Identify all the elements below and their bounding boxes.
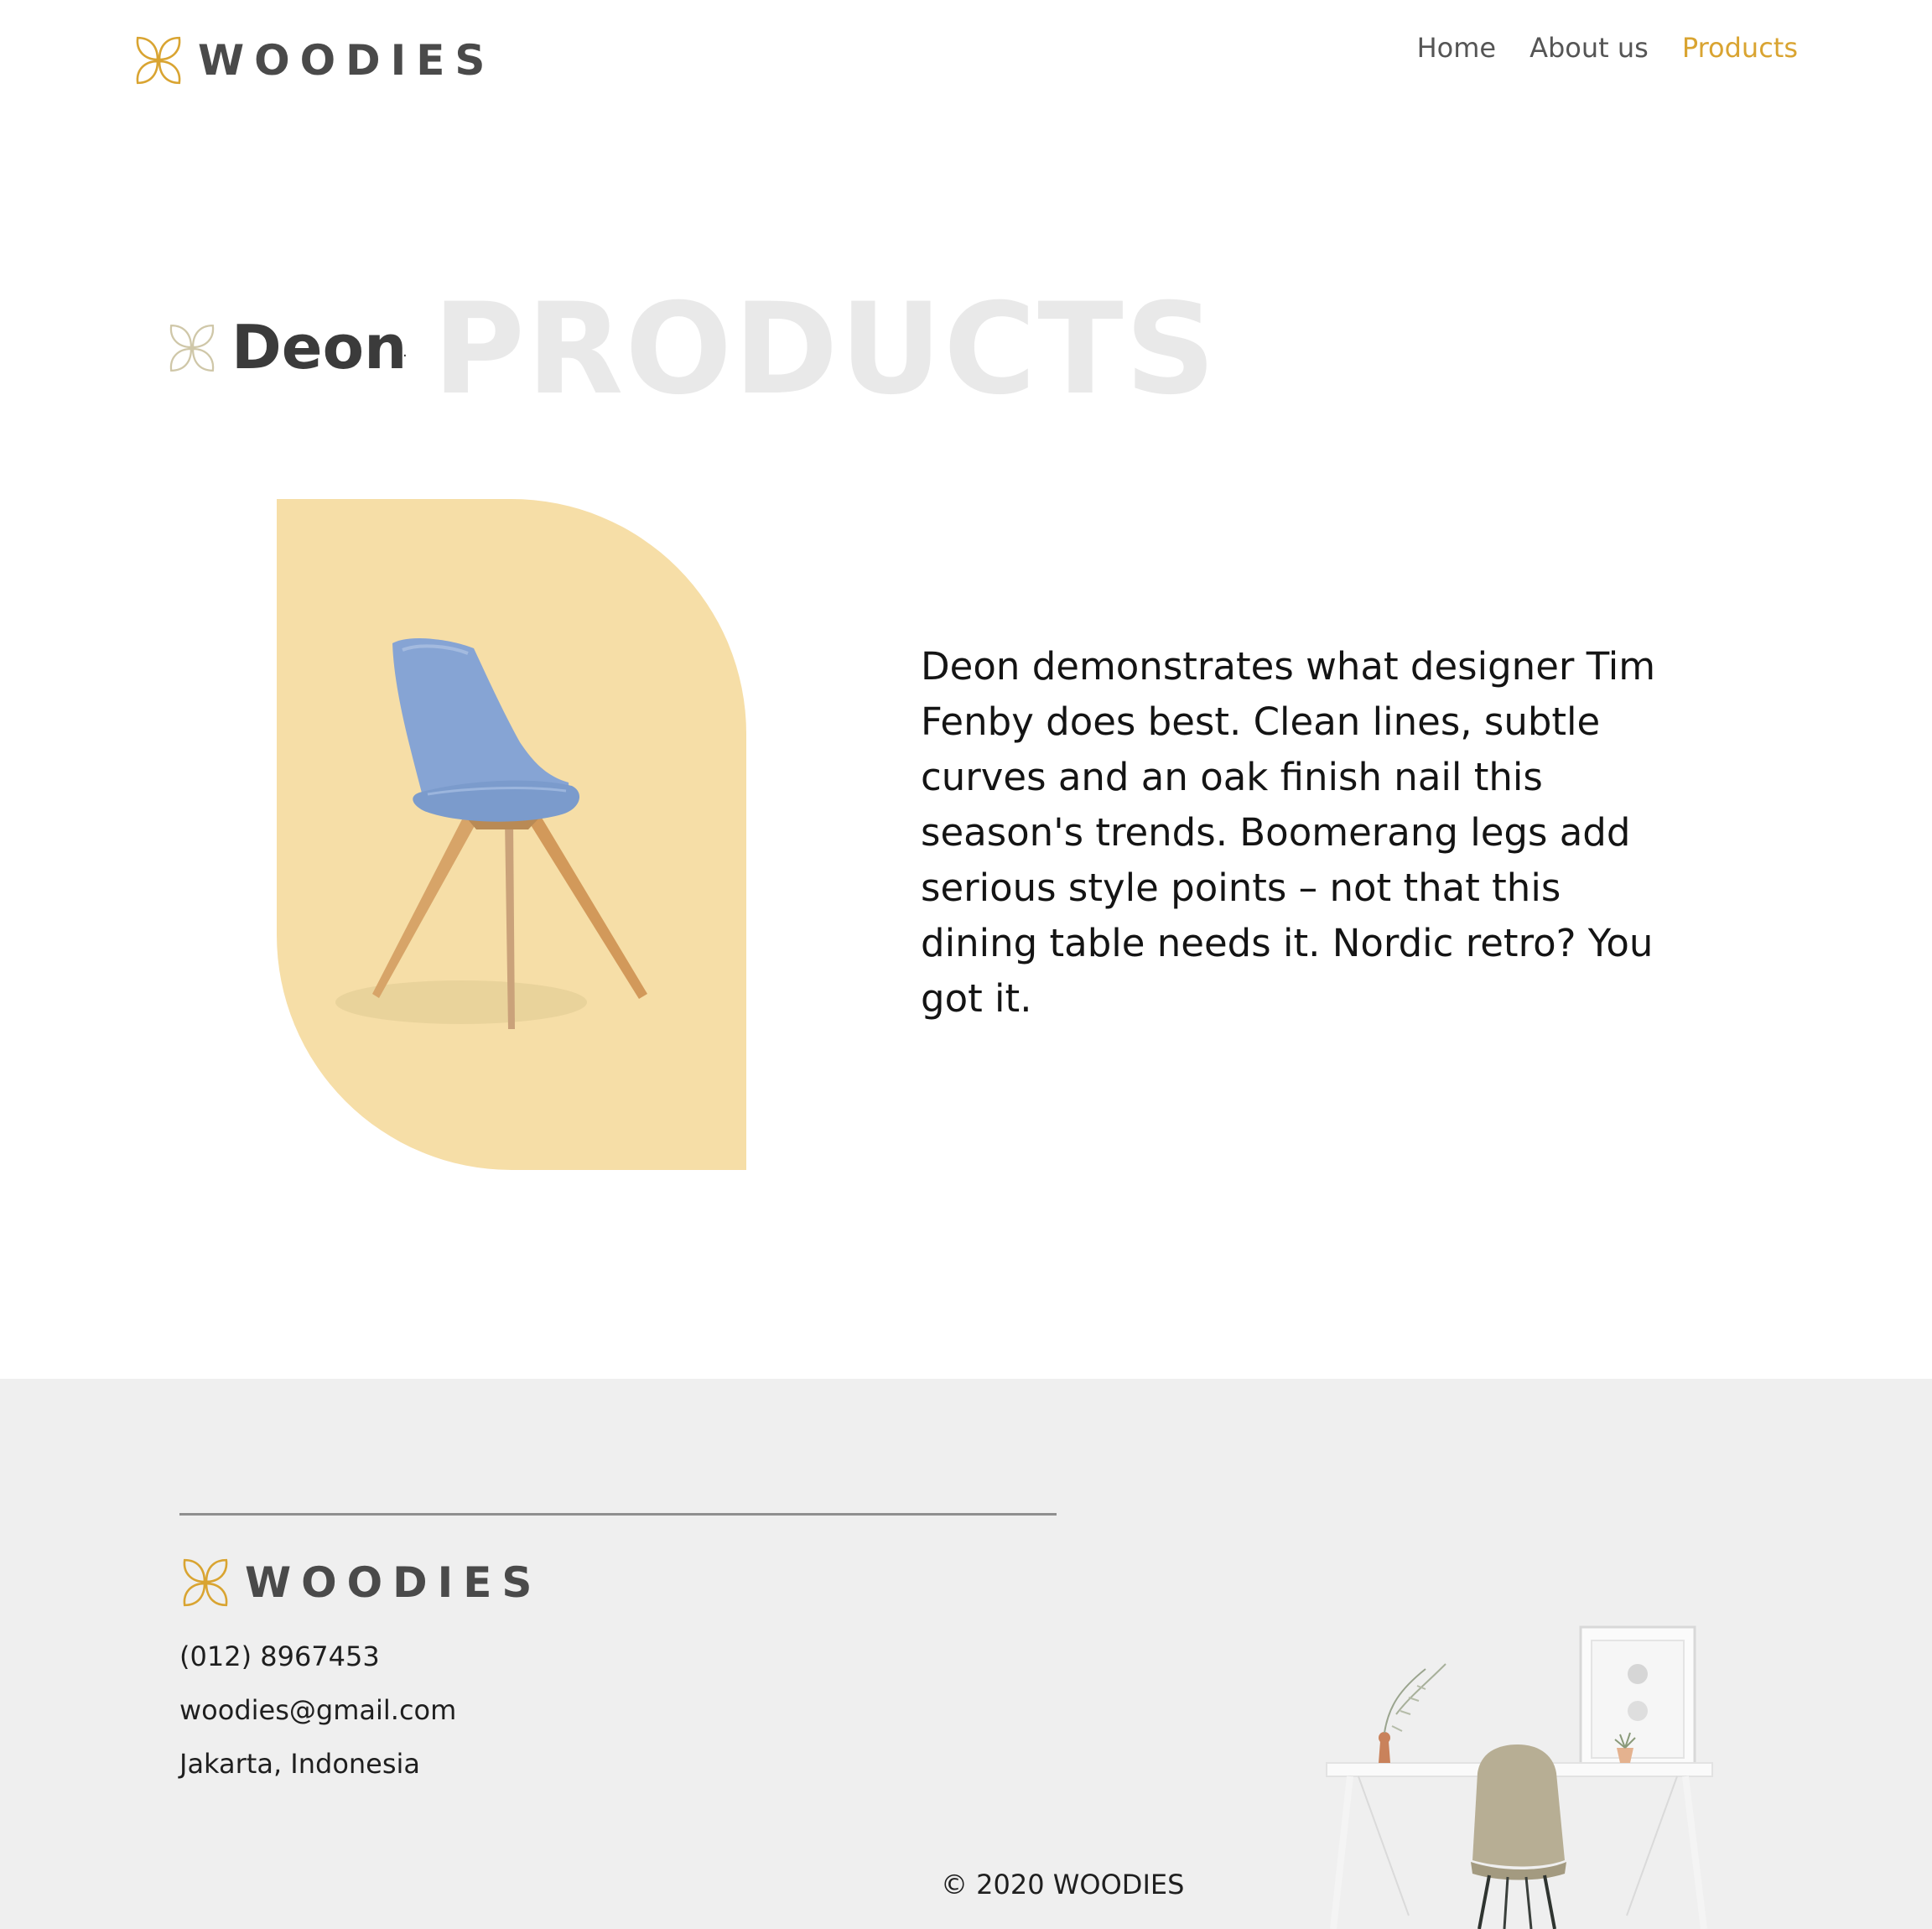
footer-divider — [179, 1513, 1057, 1516]
blue-chair-illustration — [335, 637, 647, 1029]
brand-logo[interactable]: WOODIES — [132, 34, 495, 87]
site-footer: WOODIES (012) 8967453 woodies@gmail.com … — [0, 1379, 1932, 1929]
nav-home-link[interactable]: Home — [1417, 32, 1497, 64]
nav-products-link[interactable]: Products — [1682, 32, 1798, 64]
product-description: Deon demonstrates what designer Tim Fenb… — [921, 644, 1656, 1021]
product-image — [277, 499, 746, 1170]
title-separator-dot: · — [402, 347, 408, 365]
footer-brand-logo[interactable]: WOODIES — [179, 1557, 542, 1609]
footer-location: Jakarta, Indonesia — [179, 1748, 421, 1780]
product-title-row: PRODUCTS Deon · — [166, 277, 1340, 423]
desk-and-chair-photo — [1107, 1379, 1932, 1929]
four-petal-flower-icon — [169, 324, 215, 372]
brand-wordmark: WOODIES — [198, 36, 496, 85]
main-nav: Home About us Products — [1417, 32, 1798, 64]
section-watermark: PRODUCTS — [433, 277, 1218, 423]
product-name: Deon — [231, 312, 408, 382]
site-header: WOODIES Home About us Products — [0, 0, 1932, 117]
footer-copyright: © 2020 WOODIES — [941, 1869, 1185, 1900]
footer-email[interactable]: woodies@gmail.com — [179, 1694, 456, 1726]
nav-about-link[interactable]: About us — [1530, 32, 1649, 64]
footer-brand-wordmark: WOODIES — [245, 1558, 543, 1607]
four-petal-flower-icon — [183, 1558, 228, 1607]
footer-phone: (012) 8967453 — [179, 1640, 380, 1672]
four-petal-flower-icon — [136, 36, 181, 85]
